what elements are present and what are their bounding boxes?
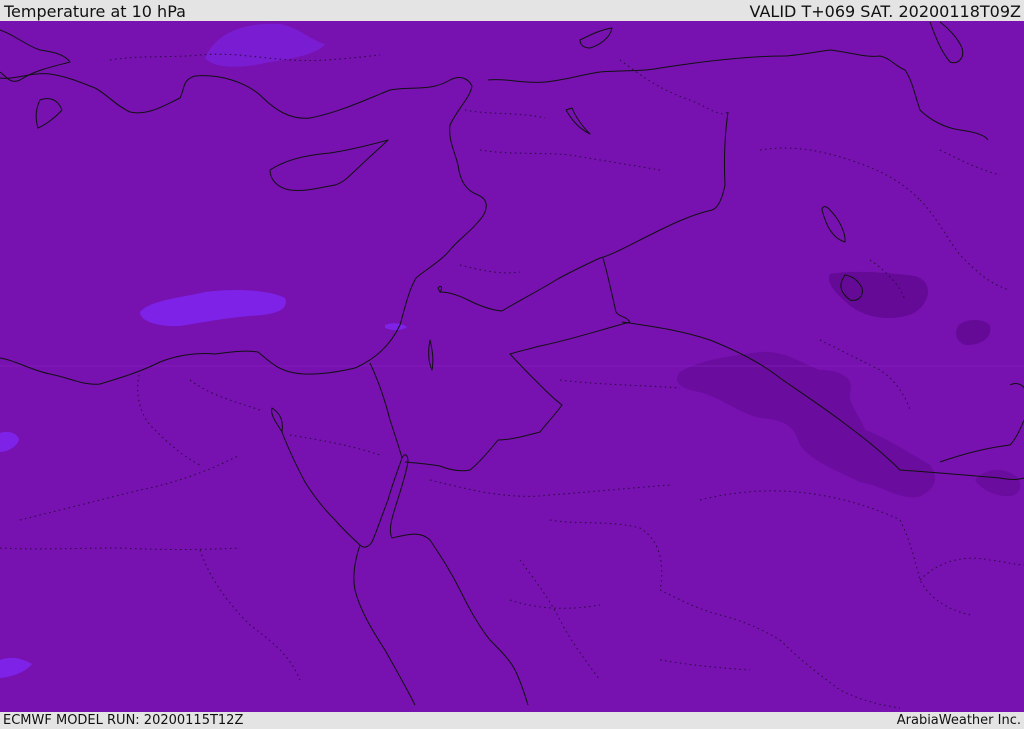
valid-time: VALID T+069 SAT. 20200118T09Z [749, 2, 1021, 21]
map-svg [0, 21, 1024, 712]
header-bar: Temperature at 10 hPa VALID T+069 SAT. 2… [0, 0, 1024, 21]
map-canvas[interactable] [0, 21, 1024, 712]
map-title: Temperature at 10 hPa [4, 2, 186, 21]
footer-bar: ECMWF MODEL RUN: 20200115T12Z ArabiaWeat… [0, 712, 1024, 729]
temperature-base-fill [0, 21, 1024, 712]
credit: ArabiaWeather Inc. [896, 713, 1021, 728]
model-run: ECMWF MODEL RUN: 20200115T12Z [3, 713, 244, 728]
